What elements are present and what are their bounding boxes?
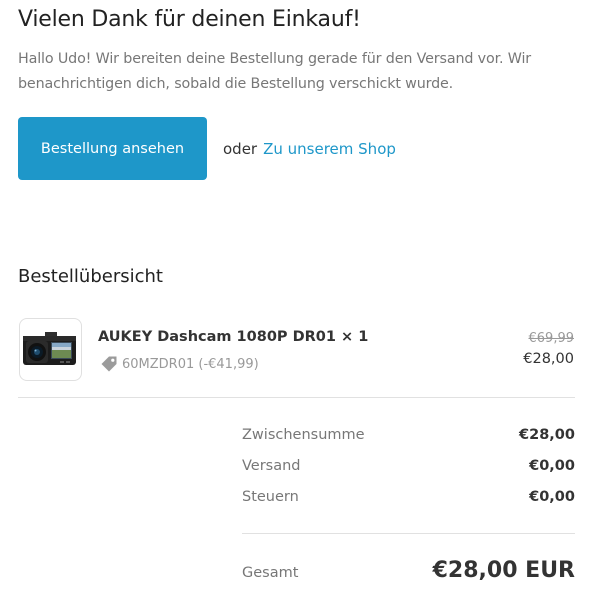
subtotal-row: Zwischensumme €28,00 (242, 427, 575, 443)
total-label: Gesamt (242, 565, 299, 581)
shipping-value: €0,00 (529, 458, 575, 474)
intro-text: Hallo Udo! Wir bereiten deine Bestellung… (18, 51, 532, 92)
order-confirmation-page: Vielen Dank für deinen Einkauf! Hallo Ud… (0, 0, 590, 594)
item-divider (18, 397, 575, 398)
page-title: Vielen Dank für deinen Einkauf! (18, 7, 361, 32)
shipping-row: Versand €0,00 (242, 458, 575, 474)
shipping-label: Versand (242, 458, 301, 474)
tag-icon (101, 356, 117, 372)
taxes-value: €0,00 (529, 489, 575, 505)
order-summary-heading: Bestellübersicht (18, 266, 163, 287)
taxes-label: Steuern (242, 489, 299, 505)
dashcam-icon (23, 332, 76, 365)
total-divider (242, 533, 575, 534)
product-name: AUKEY Dashcam 1080P DR01 × 1 (98, 329, 369, 345)
product-thumbnail (19, 318, 82, 381)
discount-info: 60MZDR01 (-€41,99) (100, 355, 259, 373)
total-value: €28,00 EUR (432, 558, 575, 583)
actions-row: Bestellung ansehen oder Zu unserem Shop (18, 117, 396, 180)
item-price: €28,00 (523, 351, 574, 367)
shop-link[interactable]: Zu unserem Shop (263, 140, 396, 158)
view-order-button[interactable]: Bestellung ansehen (18, 117, 207, 180)
original-price: €69,99 (528, 331, 575, 346)
taxes-row: Steuern €0,00 (242, 489, 575, 505)
subtotal-label: Zwischensumme (242, 427, 365, 443)
total-row: Gesamt €28,00 EUR (242, 558, 575, 583)
discount-code: 60MZDR01 (-€41,99) (122, 356, 259, 372)
subtotal-value: €28,00 (519, 427, 575, 443)
or-text: oder (223, 139, 258, 158)
